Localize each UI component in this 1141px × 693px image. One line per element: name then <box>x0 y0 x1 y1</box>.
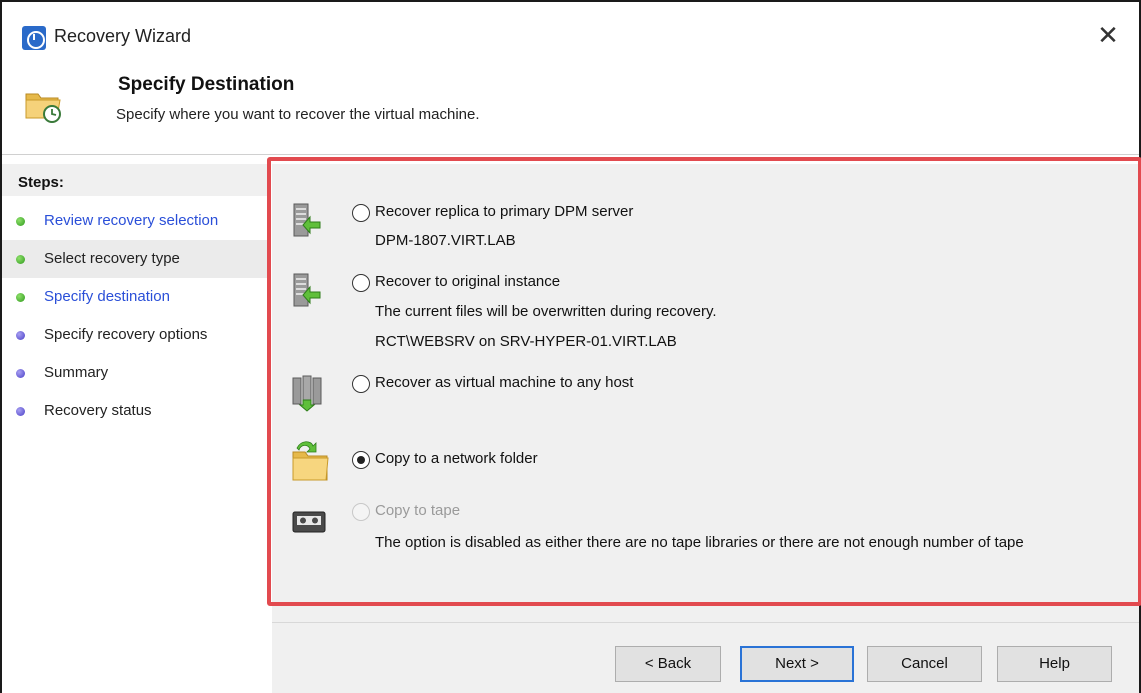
next-button[interactable]: Next > <box>740 646 854 682</box>
title-bar: Recovery Wizard ✕ <box>2 2 1139 64</box>
close-button[interactable]: ✕ <box>1091 18 1125 52</box>
steps-sidebar: Steps: Review recovery selection Select … <box>2 164 268 693</box>
step-label: Specify destination <box>44 288 170 305</box>
recover-to-original-instance-label: Recover to original instance <box>375 273 561 290</box>
step-specify-destination[interactable]: Specify destination <box>2 278 268 316</box>
step-review-recovery-selection[interactable]: Review recovery selection <box>2 202 268 240</box>
steps-heading: Steps: <box>18 174 64 191</box>
window-title: Recovery Wizard <box>54 26 192 46</box>
server-recover-icon <box>293 203 321 237</box>
network-folder-icon <box>292 441 329 481</box>
footer-divider <box>272 622 1139 623</box>
step-label: Review recovery selection <box>44 212 219 229</box>
recover-to-any-host-radio[interactable] <box>352 375 370 393</box>
recover-to-original-instance-radio[interactable] <box>352 274 370 292</box>
copy-to-tape-label: Copy to tape <box>375 502 461 519</box>
original-instance-path: RCT\WEBSRV on SRV-HYPER-01.VIRT.LAB <box>375 333 677 350</box>
step-label: Specify recovery options <box>44 326 208 343</box>
page-title: Specify Destination <box>118 74 295 95</box>
copy-to-tape-radio <box>352 503 370 521</box>
step-label: Summary <box>44 364 109 381</box>
recover-to-any-host-label: Recover as virtual machine to any host <box>375 374 634 391</box>
step-specify-recovery-options: Specify recovery options <box>2 316 268 354</box>
help-button[interactable]: Help <box>997 646 1112 682</box>
recover-to-dpm-server-label: Recover replica to primary DPM server <box>375 203 634 220</box>
cancel-button[interactable]: Cancel <box>867 646 982 682</box>
folder-clock-icon <box>25 93 61 123</box>
step-select-recovery-type[interactable]: Select recovery type <box>2 240 268 278</box>
recover-to-dpm-server-radio[interactable] <box>352 204 370 222</box>
step-status-complete-icon <box>16 217 25 226</box>
back-button[interactable]: < Back <box>615 646 721 682</box>
step-label: Select recovery type <box>44 250 180 267</box>
page-subtitle: Specify where you want to recover the vi… <box>116 106 480 123</box>
step-status-complete-icon <box>16 255 25 264</box>
server-recover-icon <box>293 273 321 307</box>
step-status-pending-icon <box>16 369 25 378</box>
copy-to-network-folder-radio[interactable] <box>352 451 370 469</box>
copy-to-network-folder-label: Copy to a network folder <box>375 450 538 467</box>
recovery-wizard-app-icon <box>22 26 46 50</box>
step-status-pending-icon <box>16 331 25 340</box>
tape-icon <box>292 511 326 533</box>
step-label: Recovery status <box>44 402 152 419</box>
step-status-pending-icon <box>16 407 25 416</box>
header-divider <box>2 154 1139 155</box>
dpm-server-name: DPM-1807.VIRT.LAB <box>375 232 516 249</box>
tape-disabled-reason: The option is disabled as either there a… <box>375 534 1024 551</box>
step-summary: Summary <box>2 354 268 392</box>
overwrite-warning-text: The current files will be overwritten du… <box>375 303 717 320</box>
servers-download-icon <box>292 375 322 412</box>
step-status-complete-icon <box>16 293 25 302</box>
recovery-wizard-window: Recovery Wizard ✕ Specify Destination Sp… <box>0 0 1141 693</box>
step-recovery-status: Recovery status <box>2 392 268 430</box>
